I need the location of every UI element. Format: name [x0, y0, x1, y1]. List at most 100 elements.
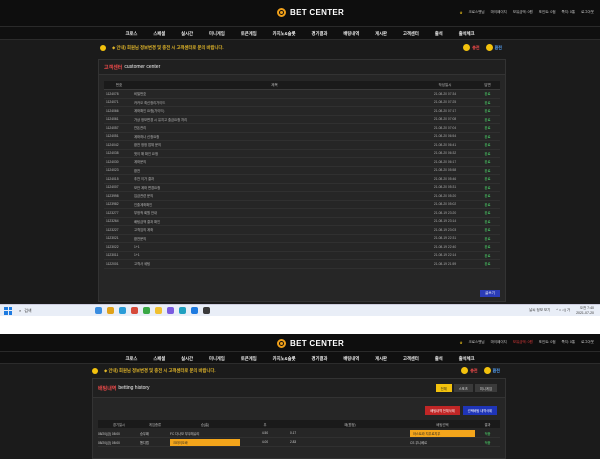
mypage-link[interactable]: 마이페이지	[491, 10, 507, 15]
nav-attend-check[interactable]: 출석체크	[451, 27, 483, 39]
table-row[interactable]: 1124071 카카오 최신정리가이드 21-08-20 07:25 완료	[104, 99, 500, 107]
row-title[interactable]: 잔돈관리	[134, 125, 415, 130]
row-title[interactable]: 환전 정정 업체 문의	[134, 142, 415, 147]
nav-support[interactable]: 고객센터	[395, 27, 427, 39]
table-row[interactable]: 1124051 계좌하나 신청요청 21-08-20 06:54 완료	[104, 133, 500, 141]
charge-button[interactable]: 충전	[463, 44, 480, 51]
nav-casino-slot[interactable]: 카지노&슬롯	[265, 352, 304, 363]
nav-bet-history[interactable]: 배팅내역	[335, 352, 367, 363]
delete-selected-button[interactable]: 선택배팅 내역삭제	[462, 406, 497, 415]
row-title[interactable]: 가상 정보변경 시 유지고 출금요청 처리	[134, 117, 415, 122]
row-title[interactable]: 계좌하나 신청요청	[134, 134, 415, 139]
table-row[interactable]: 1124066 계좌확인 요청(가이드) 21-08-20 07:17 완료	[104, 107, 500, 116]
nav-minigame[interactable]: 미니게임	[201, 352, 233, 363]
nav-results[interactable]: 경기결과	[304, 27, 336, 39]
row-title[interactable]: 환전문의	[134, 236, 415, 241]
tray-icons[interactable]: ^ ⌂ ◁) 가	[556, 308, 570, 313]
nav-live[interactable]: 실시간	[173, 352, 201, 363]
row-title[interactable]: 배팅금액 결과 확인	[134, 219, 415, 224]
exchange-button[interactable]: 환전	[485, 44, 502, 51]
row-title[interactable]: 환전	[134, 168, 415, 173]
row-title[interactable]: 1+1	[134, 245, 415, 249]
edge-icon[interactable]	[119, 307, 126, 314]
site-logo[interactable]: BET CENTER	[276, 6, 344, 19]
clock[interactable]: 오전 7:40 2021-07-20	[576, 306, 594, 315]
table-row[interactable]: 1123982 인출계좌확인 21-08-20 05:02 완료	[104, 201, 500, 209]
nav-results[interactable]: 경기결과	[304, 352, 336, 363]
nav-bet-history[interactable]: 배팅내역	[335, 27, 367, 39]
exchange-button[interactable]: 환전	[483, 367, 500, 374]
table-row[interactable]: 1123011 1+1 21-08-19 22:14 완료	[104, 252, 500, 260]
nav-minigame[interactable]: 미니게임	[201, 27, 233, 39]
nav-cross[interactable]: 크로스	[117, 27, 145, 39]
chrome-icon[interactable]	[131, 307, 138, 314]
taskbar-search[interactable]: ⌕ 검색	[19, 308, 89, 314]
table-row[interactable]: 1124015 추천 이가 결과 21-08-20 05:46 완료	[104, 175, 500, 184]
row-title[interactable]: 첫이 해 확인 요청	[134, 151, 415, 156]
nav-special[interactable]: 스페셜	[145, 352, 173, 363]
nav-special[interactable]: 스페셜	[145, 27, 173, 39]
row-title[interactable]: 계좌확인 요청(가이드)	[134, 108, 415, 113]
filter-minigame[interactable]: 미니게임	[474, 384, 497, 392]
task-view-icon[interactable]	[95, 307, 102, 314]
nav-board[interactable]: 게시판	[367, 27, 395, 39]
table-row[interactable]: 1124057 잔돈관리 21-08-20 07:04 완료	[104, 124, 500, 133]
table-row[interactable]: 1123227 고객임의 계좌 21-08-19 23:03 완료	[104, 226, 500, 235]
settings-icon[interactable]	[203, 307, 210, 314]
row-title[interactable]: 고객사 세팅	[134, 261, 415, 266]
mypage-link[interactable]: 마이페이지	[491, 340, 507, 345]
logout-link[interactable]: 로그아웃	[581, 10, 594, 15]
table-row[interactable]: 1122001 고객사 세팅 21-08-19 21:59 완료	[104, 260, 500, 269]
weather-text[interactable]: 날씨 정보 보기	[529, 308, 550, 313]
nav-attend[interactable]: 출석	[427, 352, 451, 363]
row-title[interactable]: 계좌문의	[134, 159, 415, 164]
charge-button[interactable]: 충전	[461, 367, 478, 374]
table-row[interactable]: 1124061 가상 정보변경 시 유지고 출금요청 처리 21-08-20 07:…	[104, 116, 500, 124]
table-row[interactable]: 1124023 환전 21-08-20 05:58 완료	[104, 167, 500, 175]
row-title[interactable]: 비밀번호	[134, 91, 415, 96]
table-row[interactable]: 1124042 환전 정정 업체 문의 21-08-20 06:41 완료	[104, 141, 500, 150]
app-icon[interactable]	[143, 307, 150, 314]
row-title[interactable]: 인출계좌확인	[134, 202, 415, 207]
row-title[interactable]: 추천 이가 결과	[134, 176, 415, 181]
nav-token-game[interactable]: 토큰게임	[233, 27, 265, 39]
table-row[interactable]: 1123021 환전문의 21-08-19 22:31 완료	[104, 235, 500, 243]
table-row[interactable]: 1124038 첫이 해 확인 요청 21-08-20 06:32 완료	[104, 150, 500, 158]
file-explorer-icon[interactable]	[107, 307, 114, 314]
app-icon[interactable]	[191, 307, 198, 314]
table-row[interactable]: 1124078 비밀번호 21-08-20 07:34 완료	[104, 90, 500, 99]
row-title[interactable]: 부정적 회원 안내	[134, 210, 415, 215]
messages-link[interactable]: 쪽지: 0통	[562, 10, 576, 15]
nav-support[interactable]: 고객센터	[395, 352, 427, 363]
app-icon[interactable]	[179, 307, 186, 314]
app-icon[interactable]	[167, 307, 174, 314]
filter-all[interactable]: 전체	[435, 384, 452, 392]
nav-cross[interactable]: 크로스	[117, 352, 145, 363]
nav-casino-slot[interactable]: 카지노&슬롯	[265, 27, 304, 39]
site-logo[interactable]: BET CENTER	[276, 337, 344, 350]
nav-attend[interactable]: 출석	[427, 27, 451, 39]
logout-link[interactable]: 로그아웃	[581, 340, 594, 345]
row-title[interactable]: 보안 계좌 변경요청	[134, 185, 415, 190]
table-row[interactable]: 1123998 입금관련 문의 21-08-20 05:20 완료	[104, 192, 500, 201]
delete-all-button[interactable]: 배팅내역 전체삭제	[425, 406, 460, 415]
table-row[interactable]: 1124007 보안 계좌 변경요청 21-08-20 05:31 완료	[104, 184, 500, 192]
table-row[interactable]: 1124030 계좌문의 21-08-20 06:17 완료	[104, 158, 500, 167]
nav-attend-check[interactable]: 출석체크	[451, 352, 483, 363]
filter-sports[interactable]: 스포츠	[453, 384, 473, 392]
messages-link[interactable]: 쪽지: 0통	[562, 340, 576, 345]
nav-board[interactable]: 게시판	[367, 352, 395, 363]
row-title[interactable]: 고객임의 계좌	[134, 227, 415, 232]
row-title[interactable]: 입금관련 문의	[134, 193, 415, 198]
table-row[interactable]: 1123277 부정적 회원 안내 21-08-19 23:20 완료	[104, 209, 500, 218]
star-icon[interactable]	[155, 307, 162, 314]
nav-live[interactable]: 실시간	[173, 27, 201, 39]
write-button[interactable]: 글쓰기	[480, 290, 500, 297]
row-title[interactable]: 카카오 최신정리가이드	[134, 100, 415, 105]
table-row[interactable]: 1123264 배팅금액 결과 확인 21-08-19 23:14 완료	[104, 218, 500, 226]
windows-start-icon[interactable]	[3, 306, 13, 316]
row-title[interactable]: 1+1	[134, 253, 415, 257]
nav-token-game[interactable]: 토큰게임	[233, 352, 265, 363]
table-row[interactable]: 1123022 1+1 21-08-19 22:40 완료	[104, 243, 500, 252]
top-bar: BET CENTER ♛ 크로스벳님 마이페이지 보유금액: 0원 포인트: 0…	[0, 334, 600, 352]
